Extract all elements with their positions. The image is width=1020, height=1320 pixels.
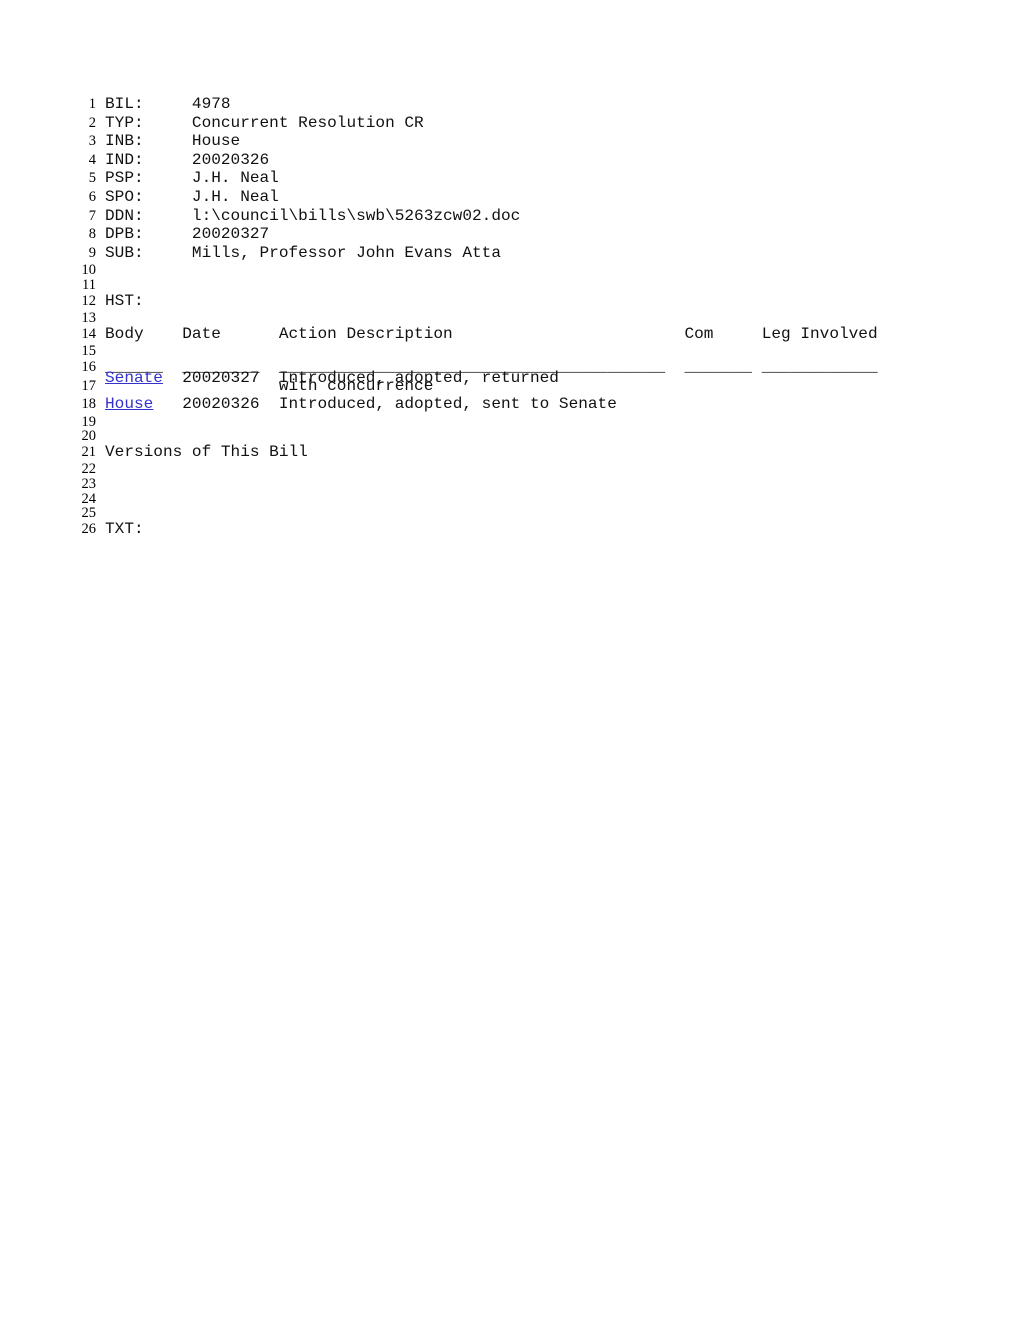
- line-number: 3: [88, 133, 96, 150]
- line-content: Versions of This Bill: [105, 442, 308, 461]
- document-line: 8 DPB: 20020327: [0, 226, 1020, 245]
- line-number: 18: [81, 396, 97, 413]
- line-content: INB: House: [105, 132, 241, 151]
- line-number: 19: [81, 413, 97, 430]
- line-number: 15: [81, 343, 97, 360]
- document-line: 7 DDN: l:\council\bills\swb\5263zcw02.doc: [0, 206, 1020, 227]
- document-line: 9 SUB: Mills, Professor John Evans Atta: [0, 245, 1020, 264]
- document-body: 1 BIL: 4978 2 TYP: Concurrent Resolution CR…: [0, 96, 1020, 539]
- document-line: 19: [0, 415, 1020, 430]
- line-number: 17: [81, 377, 97, 394]
- line-content: DPB: 20020327: [105, 225, 270, 244]
- line-number: 13: [81, 310, 97, 327]
- line-content: TXT:: [105, 519, 144, 538]
- history-body-link-senate[interactable]: Senate: [105, 369, 163, 387]
- document-line: 24: [0, 492, 1020, 507]
- line-number: 23: [81, 476, 97, 493]
- line-content: SUB: Mills, Professor John Evans Atta: [105, 243, 501, 262]
- line-number: 25: [81, 505, 97, 522]
- line-number: 1: [88, 96, 96, 112]
- document-line: 23: [0, 477, 1020, 492]
- line-number: 22: [81, 461, 97, 478]
- document-line: 5 PSP: J.H. Neal: [0, 170, 1020, 189]
- document-line: 3 INB: House: [0, 133, 1020, 152]
- line-number: 21: [81, 443, 97, 460]
- document-page: 1 BIL: 4978 2 TYP: Concurrent Resolution CR…: [0, 0, 1020, 1320]
- line-number: 14: [81, 325, 97, 342]
- document-line: 18 House 20020326 Introduced, adopted, se…: [0, 396, 1020, 415]
- document-line: 2 TYP: Concurrent Resolution CR: [0, 113, 1020, 134]
- line-content: PSP: J.H. Neal: [105, 169, 279, 188]
- document-line: 4 IND: 20020326: [0, 152, 1020, 171]
- document-line: 1 BIL: 4978: [0, 96, 1020, 115]
- line-number: 7: [88, 207, 96, 224]
- line-number: 4: [88, 151, 96, 168]
- document-line: 10: [0, 263, 1020, 278]
- line-content: SPO: J.H. Neal: [105, 187, 279, 206]
- line-number: 20: [81, 428, 97, 445]
- document-line: 21 Versions of This Bill: [0, 444, 1020, 463]
- line-number: 26: [81, 520, 97, 537]
- line-number: 16: [81, 358, 97, 375]
- line-number: 12: [81, 292, 97, 309]
- document-line: 25: [0, 506, 1020, 521]
- document-line: 26 TXT:: [0, 521, 1020, 540]
- line-number: 10: [81, 262, 97, 279]
- line-number: 11: [82, 276, 96, 293]
- history-body-link-house[interactable]: House: [105, 395, 153, 413]
- line-content: HST:: [105, 291, 144, 310]
- line-content: TYP: Concurrent Resolution CR: [105, 113, 424, 132]
- line-number: 6: [88, 188, 96, 205]
- document-line: 13: [0, 311, 1020, 326]
- line-number: 2: [88, 114, 96, 131]
- document-line: 16 ______ ________ ______________________…: [0, 357, 1020, 387]
- line-content: Body Date Action Description Com Leg Inv…: [105, 324, 878, 343]
- line-number: 8: [88, 226, 96, 243]
- line-number: 24: [81, 490, 97, 507]
- line-content: DDN: l:\council\bills\swb\5263zcw02.doc: [105, 206, 521, 225]
- document-line: 15: [0, 344, 1020, 359]
- document-line: 12 HST:: [0, 291, 1020, 312]
- line-content: House 20020326 Introduced, adopted, sent…: [105, 395, 617, 414]
- line-content: ______ ________ ________________________…: [105, 357, 878, 387]
- line-number: 5: [88, 170, 96, 187]
- document-line: 6 SPO: J.H. Neal: [0, 189, 1020, 208]
- line-number: 9: [88, 244, 96, 261]
- document-line: 20: [0, 429, 1020, 444]
- line-content: BIL: 4978: [105, 95, 231, 113]
- document-line: 22: [0, 462, 1020, 477]
- history-row-senate: Senate 20020327 Introduced, adopted, ret…: [105, 368, 559, 387]
- document-line: 11: [0, 278, 1020, 293]
- line-content: IND: 20020326: [105, 150, 270, 169]
- document-line: 14 Body Date Action Description Com Leg I…: [0, 326, 1020, 345]
